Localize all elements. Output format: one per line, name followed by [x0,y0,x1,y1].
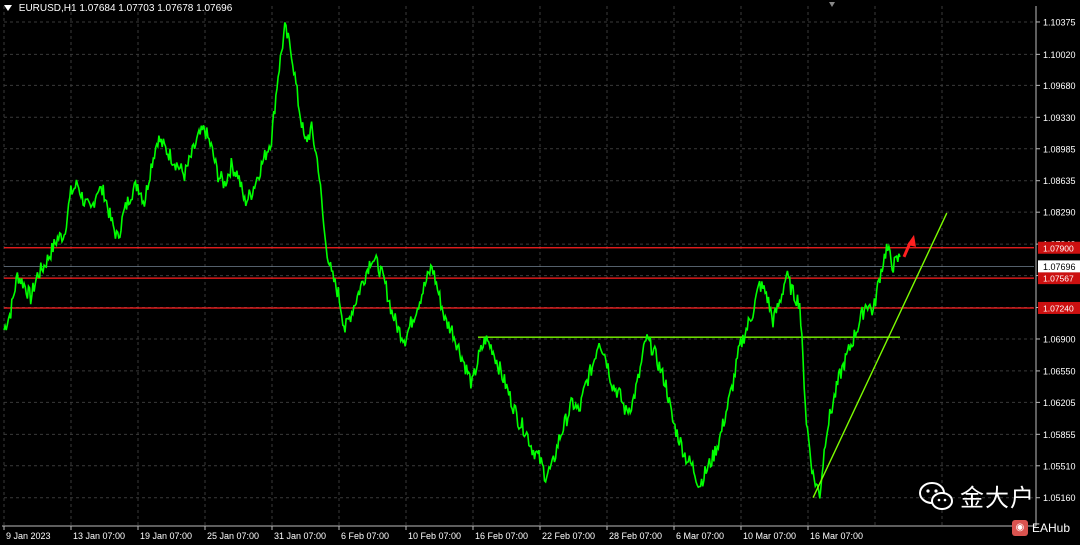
y-tick-label: 1.05160 [1043,493,1076,503]
y-tick-label: 1.06550 [1043,366,1076,376]
y-tick-label: 1.08985 [1043,144,1076,154]
y-tick-label: 1.09330 [1043,113,1076,123]
x-tick-label: 6 Mar 07:00 [676,531,724,541]
y-tick-label: 1.08635 [1043,176,1076,186]
wechat-icon [919,481,953,510]
source-badge: ◉ EAHub [1012,520,1070,536]
dropdown-triangle-icon[interactable] [4,5,12,12]
x-tick-label: 19 Jan 07:00 [140,531,192,541]
x-tick-label: 9 Jan 2023 [6,531,51,541]
x-tick-label: 16 Mar 07:00 [810,531,863,541]
price-chart[interactable]: 1.10375 1.10020 1.09680 1.09330 1.08985 1.086… [0,0,1080,545]
price-level-label: 1.07900 [1043,243,1074,253]
ohlc-values: 1.07684 1.07703 1.07678 1.07696 [79,3,233,14]
x-tick-label: 25 Jan 07:00 [207,531,259,541]
x-tick-label: 16 Feb 07:00 [475,531,528,541]
x-tick-label: 10 Feb 07:00 [408,531,461,541]
price-level-label: 1.07240 [1043,303,1074,313]
weibo-icon: ◉ [1012,520,1028,536]
x-tick-label: 13 Jan 07:00 [73,531,125,541]
watermark: 金大户 [918,478,1035,513]
x-tick-label: 6 Feb 07:00 [341,531,389,541]
x-tick-label: 10 Mar 07:00 [743,531,796,541]
source-badge-text: EAHub [1032,521,1071,535]
y-tick-label: 1.09680 [1043,81,1076,91]
y-tick-label: 1.06900 [1043,334,1076,344]
symbol-info: EURUSD,H1 1.07684 1.07703 1.07678 1.0769… [4,3,232,14]
y-tick-label: 1.05855 [1043,430,1076,440]
x-tick-label: 22 Feb 07:00 [542,531,595,541]
y-tick-label: 1.10375 [1043,17,1076,27]
y-tick-label: 1.08290 [1043,208,1076,218]
y-tick-label: 1.06205 [1043,398,1076,408]
current-price-label: 1.07696 [1043,262,1076,272]
x-tick-label: 31 Jan 07:00 [274,531,326,541]
x-tick-label: 28 Feb 07:00 [609,531,662,541]
symbol-label: EURUSD,H1 [18,3,77,14]
y-tick-label: 1.10020 [1043,50,1076,60]
price-level-label: 1.07567 [1043,274,1074,284]
y-tick-label: 1.05510 [1043,461,1076,471]
watermark-text: 金大户 [960,484,1035,512]
